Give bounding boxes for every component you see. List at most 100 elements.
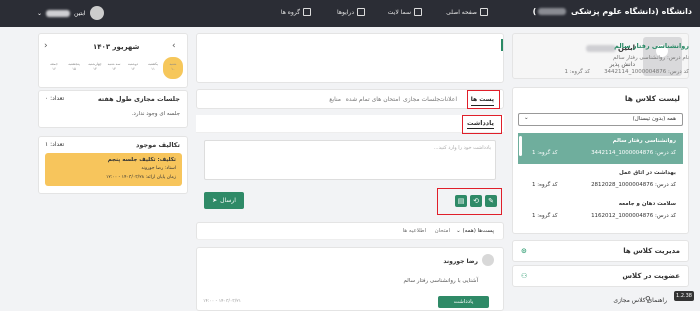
manage-classes-row[interactable]: مدیریت کلاس ها ⊙ [512,240,689,262]
nav-home[interactable]: صفحه اصلی [446,8,488,16]
chevron-down-icon: ⌄ [37,9,43,17]
class-item-code: کد درس: 1000004876_2812028 [591,182,676,188]
day-date: ۱۴ [93,67,97,71]
class-item[interactable]: بهداشت در اتاق عمل کد درس: 1000004876_28… [518,165,683,196]
posts-tab-all[interactable]: پست‌ها (همه) ⌄ [456,228,494,234]
calendar-day[interactable]: جمعه ۱۶ [47,62,61,72]
attach-file-button[interactable]: ✎ [485,195,497,207]
check-circle-icon: ⊙ [521,247,527,255]
task-item[interactable]: تکلیف: تکلیف جلسه پنجم استاد: رضا جوروند… [45,153,182,186]
top-navbar: دانشگاه (دانشگاه علوم پزشکی ) صفحه اصلی … [0,0,700,27]
course-header [196,33,504,83]
class-item-group: کد گروه: 1 [532,182,558,188]
class-item-group: کد گروه: 1 [532,150,558,156]
posts-tab-notices[interactable]: اطلاعیه ها [403,228,426,234]
scrollbar[interactable] [519,136,522,156]
nav-drives-label: درایوها [337,8,354,16]
calendar-title: شهریور ۱۴۰۳ [93,43,140,51]
post-author: رضا جوروند [443,258,478,265]
course-accent-bar [501,39,503,51]
chevron-right-icon[interactable]: › [172,41,176,51]
send-button[interactable]: ➤ ارسال [204,192,244,209]
task-title: تکلیف: تکلیف جلسه پنجم [107,157,176,163]
monitor-icon [414,8,422,16]
tab-note[interactable]: یادداشت [466,119,494,129]
class-item-active[interactable]: روانشناسی رفتار سالم کد درس: 1000004876_… [518,133,683,164]
weekly-empty: جلسه ای وجود ندارد. [131,111,180,117]
day-date: ۱۱ [151,67,155,71]
user-blur [46,9,71,17]
course-subtitle: نام درس: روانشناسی رفتار سالم [613,55,689,61]
insert-link-button[interactable]: ⟲ [470,195,482,207]
class-list-title: لیست کلاس ها [624,94,680,103]
avatar [89,6,104,20]
chevron-left-icon[interactable]: ‹ [44,41,48,51]
class-item-group: کد گروه: 1 [532,213,558,219]
post-time: ۱۴۰۳/۰۳/۲۱ - ۱۴:۰۰ [203,299,242,304]
calendar-day[interactable]: شنبه ۱۰ [166,62,180,72]
tab-posts[interactable]: پست ها [470,96,494,106]
post-note-button[interactable]: یادداشت [438,296,489,308]
send-label: ارسال [220,197,236,204]
task-teacher: استاد: رضا جوروند [141,166,176,171]
document-icon: ▤ [457,197,465,205]
posts-tab-exam[interactable]: امتحان [435,228,450,234]
link-icon: ⚲ [645,295,651,304]
join-class-label: عضویت در کلاس [622,272,680,280]
filter-value: همه (بدون تیسنال) [632,116,676,122]
calendar-day[interactable]: پنجشنبه ۱۵ [67,62,81,72]
note-textarea[interactable]: یادداشت خود را وارد کنید... [204,140,496,180]
course-group: کد گروه: 1 [564,69,590,75]
nav-groups[interactable]: گروه ها [281,8,311,16]
class-filter-select[interactable]: همه (بدون تیسنال) ⌄ [518,113,683,126]
profile-blur [585,44,616,52]
manage-classes-label: مدیریت کلاس ها [623,247,680,255]
version-badge: 1.2.38 [674,291,694,301]
user-name-top: ابتین [74,9,86,17]
tasks-title: تکالیف موجود [136,141,180,149]
avatar [482,254,494,266]
profile-role: دانش پذیر [609,61,635,68]
join-class-row[interactable]: عضویت در کلاس ⚇ [512,265,689,287]
course-title: روانشناسی رفتار سالم [614,42,689,50]
course-code: کد درس: 1000004876_3442114 [604,69,689,75]
grid-icon [480,8,488,16]
tab-resources[interactable]: منابع [329,96,341,103]
tasks-count: تعداد: ۱ [45,141,65,148]
note-placeholder: یادداشت خود را وارد کنید... [433,145,491,151]
class-item-code: کد درس: 1000004876_1162012 [591,213,676,219]
tab-finished-exams[interactable]: امتحان های تمام شده [346,96,400,103]
calendar-day[interactable]: چهارشنبه ۱۴ [88,62,102,72]
brand-blur [538,8,567,15]
add-document-button[interactable]: ▤ [455,195,467,207]
class-item-title: سلامت دهان و جامعه [618,201,676,207]
nav-sama-lite[interactable]: سما لایت [388,8,422,16]
guide-row[interactable]: راهنمای کلاس مجازی ⚲ [512,289,689,311]
class-item-code: کد درس: 1000004876_3442114 [591,150,676,156]
day-date: ۱۵ [72,67,76,71]
folder-icon [357,8,365,16]
post-body: آشنایی با روانشناسی رفتار سالم [403,278,479,284]
brand-suffix: (دانشگاه علوم پزشکی [571,7,659,16]
brand-title[interactable]: دانشگاه (دانشگاه علوم پزشکی ) [533,7,692,16]
day-date: ۱۳ [112,67,116,71]
tab-announcements[interactable]: اعلانات [439,96,457,103]
nav-sama-label: سما لایت [387,8,411,16]
class-item-title: روانشناسی رفتار سالم [612,138,676,144]
calendar-day[interactable]: دوشنبه ۱۲ [126,62,140,72]
tab-virtual-sessions[interactable]: جلسات مجازی [403,96,440,103]
calendar-day[interactable]: سه شنبه ۱۳ [107,62,121,72]
user-menu[interactable]: ⌄ ابتین [37,6,104,20]
brand-close: ) [532,7,537,16]
nav-home-label: صفحه اصلی [446,8,477,16]
users-icon [303,8,311,16]
nav-groups-label: گروه ها [280,8,300,16]
guide-label: راهنمای کلاس مجازی [613,297,667,304]
class-item-title: بهداشت در اتاق عمل [618,170,676,176]
weekly-count: تعداد: ۰ [45,95,65,102]
nav-drives[interactable]: درایوها [337,8,365,16]
calendar-day[interactable]: یکشنبه ۱۱ [146,62,160,72]
day-date: ۱۶ [52,67,56,71]
class-item[interactable]: سلامت دهان و جامعه کد درس: 1000004876_11… [518,196,683,227]
day-date: ۱۰ [171,67,175,71]
